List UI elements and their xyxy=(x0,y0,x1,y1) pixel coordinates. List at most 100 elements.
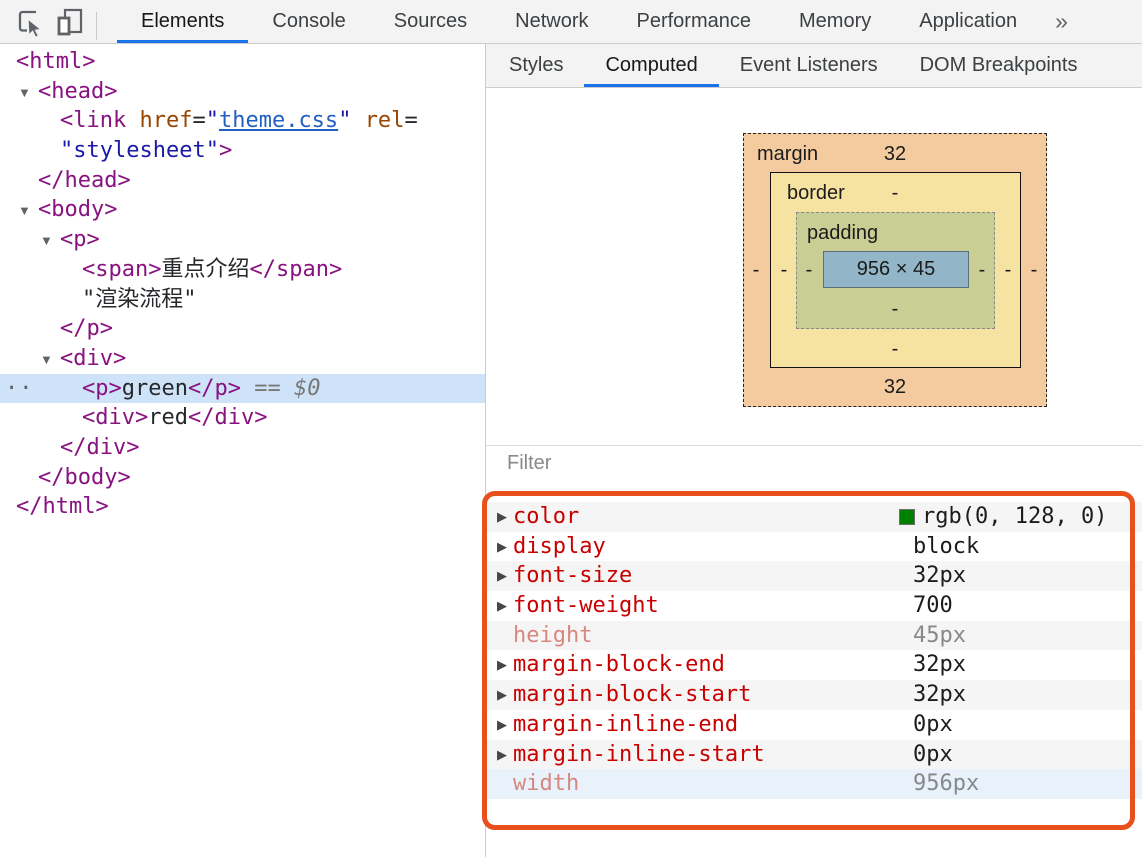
padding-label: padding xyxy=(807,219,878,247)
dom-tree-row[interactable]: "渲染流程" xyxy=(0,285,485,315)
expand-arrow-icon[interactable]: ▼ xyxy=(18,78,38,108)
tab-sources[interactable]: Sources xyxy=(370,0,491,43)
property-value: rgb(0, 128, 0) xyxy=(899,502,1107,532)
expand-arrow-icon[interactable]: ▼ xyxy=(18,196,38,226)
attribute-value-link[interactable]: theme.css xyxy=(219,108,338,133)
computed-property-margin-block-start[interactable]: ▶margin-block-start32px xyxy=(486,680,1142,710)
filter-input[interactable] xyxy=(507,452,787,475)
property-value: 32px xyxy=(913,650,966,680)
sidebar-tab-dom-breakpoints[interactable]: DOM Breakpoints xyxy=(899,44,1099,87)
dom-tree-row[interactable]: <div>red</div> xyxy=(0,403,485,433)
sidebar-tabs: StylesComputedEvent ListenersDOM Breakpo… xyxy=(486,44,1142,88)
dom-tree-row[interactable]: ▼<p> xyxy=(0,225,485,255)
computed-property-color[interactable]: ▶colorrgb(0, 128, 0) xyxy=(486,502,1142,532)
dom-token-val: " xyxy=(206,108,219,133)
border-top-value[interactable]: - xyxy=(743,179,1047,207)
dom-token-plain: = xyxy=(192,108,205,133)
property-name: width xyxy=(513,769,579,799)
dom-token-tag: </div> xyxy=(188,405,267,430)
margin-right-value[interactable]: - xyxy=(1023,256,1045,284)
dom-tree-row[interactable]: ▼<div> xyxy=(0,344,485,374)
computed-property-margin-inline-start[interactable]: ▶margin-inline-start 0px xyxy=(486,740,1142,770)
dom-tree-row[interactable]: "stylesheet"> xyxy=(0,136,485,166)
computed-property-margin-inline-end[interactable]: ▶margin-inline-end0px xyxy=(486,710,1142,740)
property-value: 0px xyxy=(913,740,953,770)
border-bottom-value[interactable]: - xyxy=(743,335,1047,363)
tab-performance[interactable]: Performance xyxy=(613,0,776,43)
property-name: font-size xyxy=(513,561,632,591)
dom-token-attr: rel xyxy=(365,108,405,133)
sidebar-tab-computed[interactable]: Computed xyxy=(584,44,718,87)
expand-arrow-icon[interactable]: ▼ xyxy=(40,226,60,256)
computed-property-display[interactable]: ▶displayblock xyxy=(486,532,1142,562)
tab-elements[interactable]: Elements xyxy=(117,0,248,43)
computed-property-height[interactable]: height45px xyxy=(486,621,1142,651)
sidebar-tab-styles[interactable]: Styles xyxy=(488,44,584,87)
dom-tree-row-selected[interactable]: ··<p>green</p> == $0 xyxy=(0,374,485,404)
toolbar-icons xyxy=(0,0,103,43)
dom-token-tag: > xyxy=(219,138,232,163)
disclosure-arrow-icon[interactable]: ▶ xyxy=(497,502,507,532)
inspect-element-button[interactable] xyxy=(10,5,50,39)
inspect-cursor-icon xyxy=(15,7,45,37)
dom-token-tag: <div> xyxy=(60,346,126,371)
dom-tree-row[interactable]: </div> xyxy=(0,433,485,463)
devtools-tabs: ElementsConsoleSourcesNetworkPerformance… xyxy=(117,0,1041,43)
box-model-content-box[interactable]: 956 × 45 xyxy=(823,251,969,288)
dom-tree-row[interactable]: <link href="theme.css" rel= xyxy=(0,106,485,136)
dom-token-plain: red xyxy=(148,405,188,430)
margin-left-value[interactable]: - xyxy=(745,256,767,284)
toggle-device-toolbar-button[interactable] xyxy=(50,5,90,39)
disclosure-arrow-icon[interactable]: ▶ xyxy=(497,680,507,710)
disclosure-arrow-icon[interactable]: ▶ xyxy=(497,740,507,770)
dom-tree-row[interactable]: <span>重点介绍</span> xyxy=(0,255,485,285)
margin-bottom-value[interactable]: 32 xyxy=(743,373,1047,401)
computed-property-font-size[interactable]: ▶font-size 32px xyxy=(486,561,1142,591)
tab-network[interactable]: Network xyxy=(491,0,612,43)
dom-tree-row[interactable]: ▼<head> xyxy=(0,77,485,107)
expand-arrow-icon[interactable]: ▼ xyxy=(40,345,60,375)
dom-token-tag: <span> xyxy=(82,257,161,282)
dom-tree-row[interactable]: </html> xyxy=(0,492,485,522)
sidebar-tab-event-listeners[interactable]: Event Listeners xyxy=(719,44,899,87)
property-value: block xyxy=(913,532,979,562)
dom-token-tag: <html> xyxy=(16,49,95,74)
padding-right-value[interactable]: - xyxy=(971,256,993,284)
more-tabs-button[interactable]: » xyxy=(1043,0,1080,43)
disclosure-arrow-icon[interactable]: ▶ xyxy=(497,710,507,740)
padding-left-value[interactable]: - xyxy=(798,256,820,284)
dom-tree-row[interactable]: </body> xyxy=(0,463,485,493)
tab-console[interactable]: Console xyxy=(248,0,369,43)
chevron-double-right-icon: » xyxy=(1055,8,1068,35)
computed-property-width[interactable]: width 956px xyxy=(486,769,1142,799)
computed-property-font-weight[interactable]: ▶font-weight700 xyxy=(486,591,1142,621)
dom-token-plain: green xyxy=(122,376,188,401)
margin-top-value[interactable]: 32 xyxy=(743,140,1047,168)
disclosure-arrow-icon[interactable]: ▶ xyxy=(497,650,507,680)
border-right-value[interactable]: - xyxy=(997,256,1019,284)
dom-token-plain xyxy=(351,108,364,133)
elements-sidebar: StylesComputedEvent ListenersDOM Breakpo… xyxy=(486,44,1142,857)
property-value: 32px xyxy=(913,561,966,591)
tab-memory[interactable]: Memory xyxy=(775,0,895,43)
property-value: 956px xyxy=(913,769,979,799)
tab-application[interactable]: Application xyxy=(895,0,1041,43)
border-left-value[interactable]: - xyxy=(773,256,795,284)
dom-tree-row[interactable]: </p> xyxy=(0,314,485,344)
elements-panel: <html>▼<head><link href="theme.css" rel=… xyxy=(0,44,486,857)
section-divider xyxy=(486,445,1142,446)
disclosure-arrow-icon[interactable]: ▶ xyxy=(497,532,507,562)
devtools-main: <html>▼<head><link href="theme.css" rel=… xyxy=(0,44,1142,857)
property-name: margin-block-end xyxy=(513,650,725,680)
disclosure-arrow-icon[interactable]: ▶ xyxy=(497,561,507,591)
padding-bottom-value[interactable]: - xyxy=(743,295,1047,323)
box-model-diagram: 956 × 45 margin 32 32 - - border - - - -… xyxy=(743,133,1047,407)
dom-token-tag: </div> xyxy=(60,435,139,460)
property-name: margin-inline-start xyxy=(513,740,765,770)
dom-tree-row[interactable]: <html> xyxy=(0,47,485,77)
computed-property-margin-block-end[interactable]: ▶margin-block-end 32px xyxy=(486,650,1142,680)
dom-token-tag: <p> xyxy=(82,376,122,401)
dom-tree-row[interactable]: ▼<body> xyxy=(0,195,485,225)
disclosure-arrow-icon[interactable]: ▶ xyxy=(497,591,507,621)
dom-tree-row[interactable]: </head> xyxy=(0,166,485,196)
